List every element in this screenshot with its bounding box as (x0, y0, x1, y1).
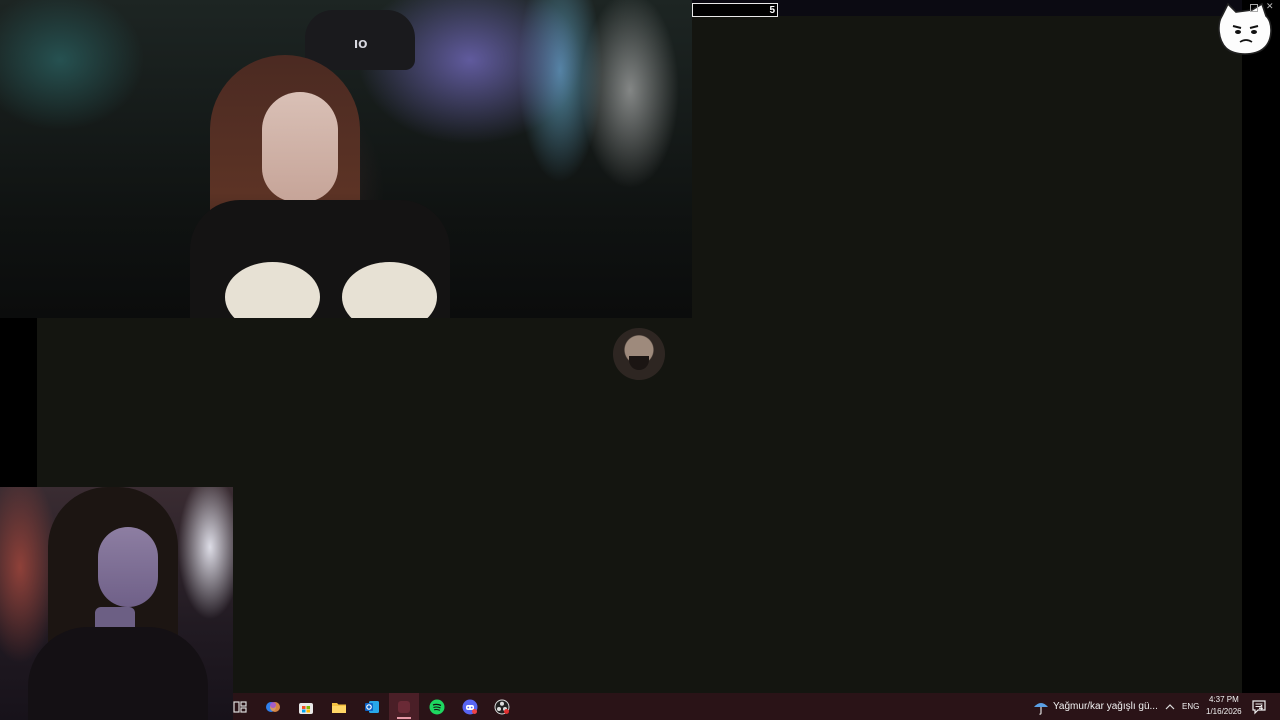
counter-box: 5 (692, 3, 778, 17)
chair-logo: IO (354, 38, 368, 51)
file-explorer-icon[interactable] (329, 697, 349, 717)
chevron-up-icon[interactable] (1160, 697, 1180, 717)
outlook-icon[interactable] (362, 697, 382, 717)
task-view-icon[interactable] (230, 697, 250, 717)
weather-rain-icon[interactable] (1031, 697, 1051, 717)
active-app-icon[interactable] (394, 697, 414, 717)
close-icon[interactable]: ✕ (1266, 2, 1274, 12)
clock-time[interactable]: 4:37 PM (1209, 695, 1239, 704)
microsoft-store-icon[interactable] (296, 697, 316, 717)
obs-icon[interactable] (492, 697, 512, 717)
restore-icon[interactable] (1250, 4, 1258, 12)
discord-icon[interactable] (460, 697, 480, 717)
guest-face (98, 527, 158, 607)
language-indicator[interactable]: ENG (1182, 702, 1199, 711)
weather-text[interactable]: Yağmur/kar yağışlı gü... (1053, 701, 1158, 712)
copilot-icon[interactable] (263, 697, 283, 717)
spotify-icon[interactable] (427, 697, 447, 717)
clock-date[interactable]: 1/16/2026 (1206, 707, 1242, 716)
guest-body (28, 627, 208, 720)
main-webcam-feed: IO (0, 0, 692, 318)
secondary-webcam-feed (0, 487, 233, 720)
notification-count: 4 (1259, 705, 1263, 712)
active-app-indicator (397, 717, 411, 719)
participant-avatar[interactable] (613, 328, 665, 380)
streamer-face (262, 92, 338, 202)
right-margin (1242, 0, 1280, 693)
